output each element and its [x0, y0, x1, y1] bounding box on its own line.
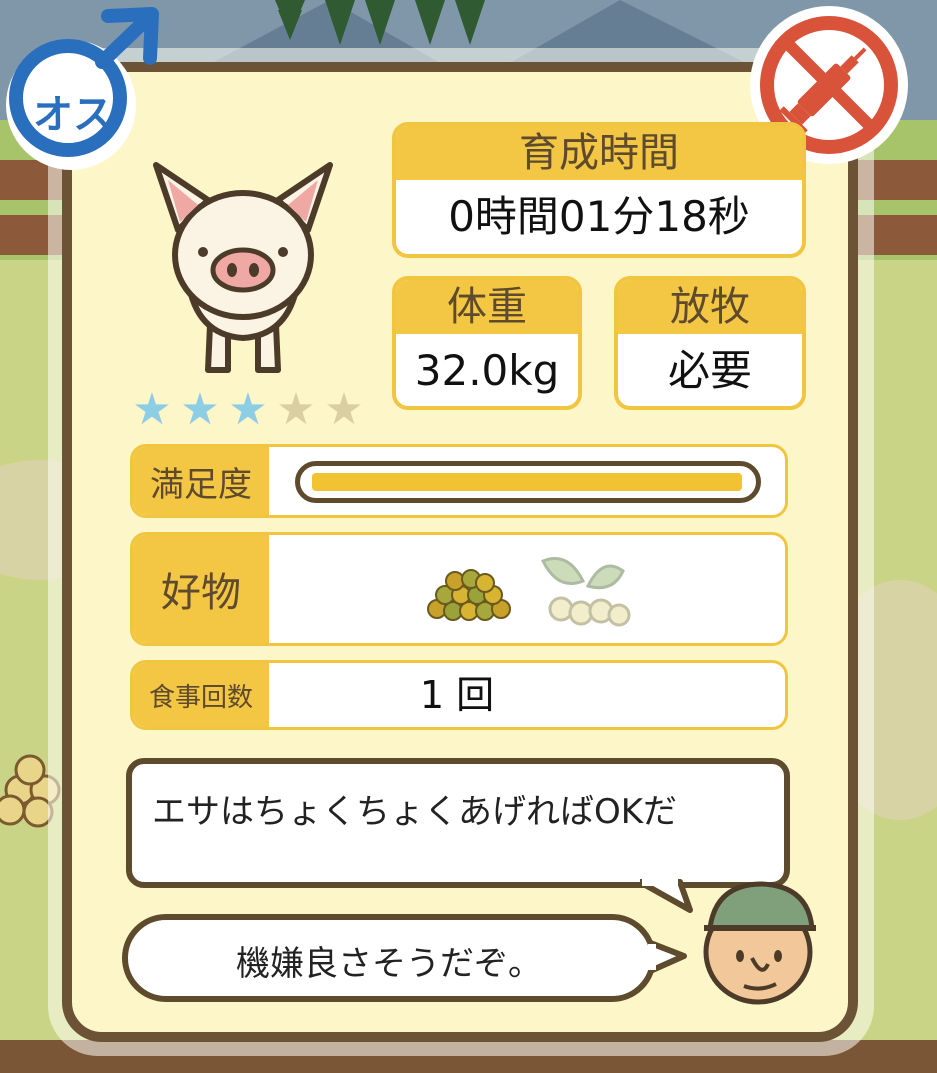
favorites-row: 好物 — [130, 532, 788, 646]
meals-label: 食事回数 — [133, 663, 269, 727]
farmer-speech-main-text: エサはちょくちょくあげればOKだ — [152, 792, 678, 832]
weight-value: 32.0kg — [414, 346, 560, 395]
grazing-value: 必要 — [667, 346, 752, 395]
soybean-icon — [540, 557, 631, 627]
weight-label: 体重 — [396, 280, 578, 334]
grain-pile-icon — [427, 569, 511, 621]
weight-box: 体重 32.0kg — [392, 276, 582, 410]
satisfaction-row: 満足度 — [130, 444, 788, 518]
speech-tail-main — [640, 876, 693, 913]
pig-rating: ★ ★ ★ ★ ★ — [128, 388, 368, 432]
satisfaction-gauge — [295, 461, 761, 503]
favorites-label: 好物 — [133, 535, 269, 643]
farmer-speech-main: エサはちょくちょくあげればOKだ — [126, 758, 790, 888]
satisfaction-gauge-fill — [312, 473, 742, 491]
growth-time-box: 育成時間 0時間01分18秒 — [392, 122, 806, 258]
meals-row: 食事回数 1 回 — [130, 660, 788, 730]
farmer-speech-mood: 機嫌良さそうだぞ。 — [122, 914, 656, 1002]
speech-tail-mood — [648, 939, 687, 975]
grazing-box: 放牧 必要 — [614, 276, 806, 410]
farmer-face-icon — [703, 881, 816, 1005]
growth-time-label: 育成時間 — [396, 126, 802, 180]
growth-time-value: 0時間01分18秒 — [448, 192, 750, 241]
pig-icon — [153, 162, 333, 373]
satisfaction-label: 満足度 — [133, 447, 269, 515]
star-empty-icon: ★ — [276, 384, 316, 435]
star-filled-icon: ★ — [132, 384, 172, 435]
star-filled-icon: ★ — [228, 384, 268, 435]
star-empty-icon: ★ — [324, 384, 364, 435]
gender-label: オス — [33, 92, 113, 138]
star-filled-icon: ★ — [180, 384, 220, 435]
grazing-label: 放牧 — [618, 280, 802, 334]
meals-value: 1 回 — [419, 673, 495, 717]
gender-badge: オス — [6, 7, 159, 170]
farmer-speech-mood-text: 機嫌良さそうだぞ。 — [236, 944, 542, 984]
